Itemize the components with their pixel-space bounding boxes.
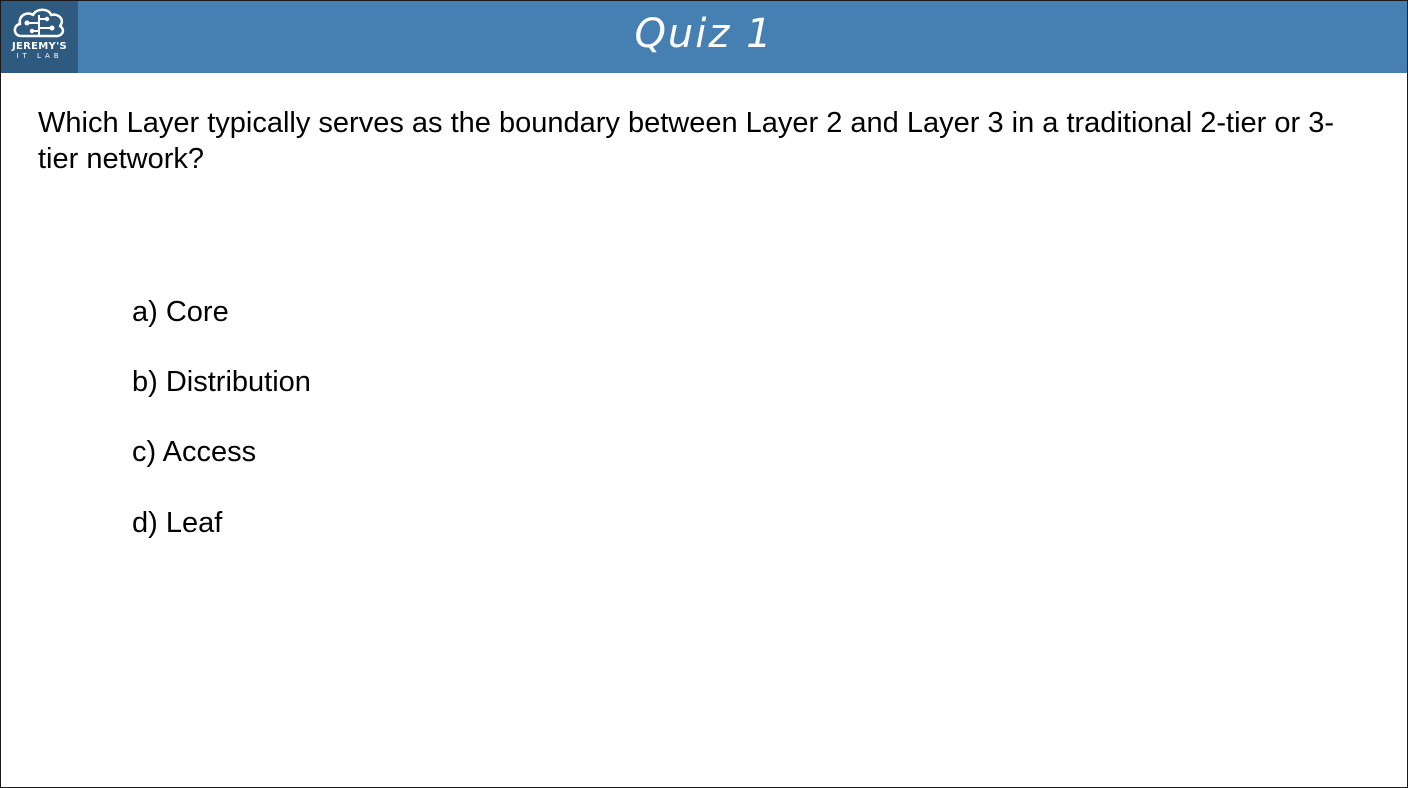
question-text: Which Layer typically serves as the boun…	[38, 107, 1335, 175]
title-bar: JEREMY'S IT LAB Quiz 1	[1, 1, 1407, 73]
slide: JEREMY'S IT LAB Quiz 1 Which Layer typic…	[0, 0, 1408, 788]
option-b: b) Distribution	[132, 366, 311, 398]
option-a: a) Core	[132, 296, 229, 328]
option-d: d) Leaf	[132, 507, 223, 539]
slide-title: Quiz 1	[634, 11, 774, 57]
option-c: c) Access	[132, 436, 257, 468]
